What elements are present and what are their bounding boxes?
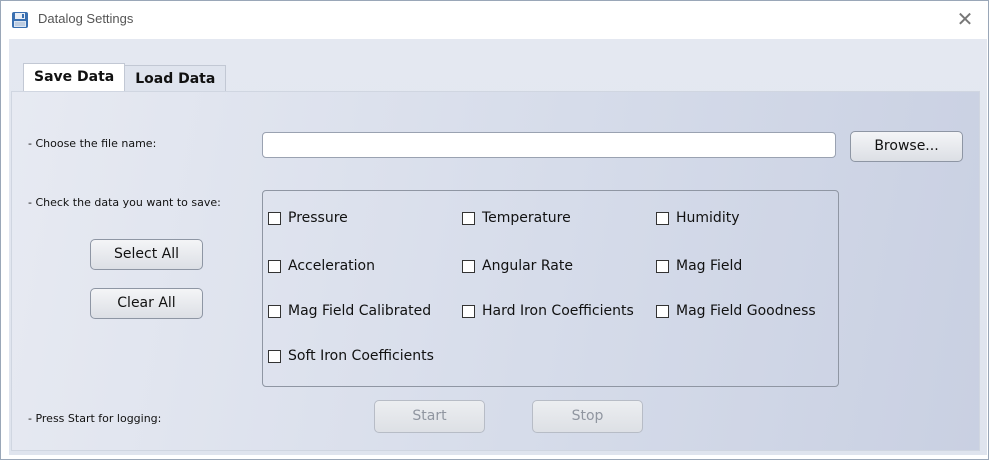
checkbox-box[interactable] [656, 259, 669, 273]
checkbox-box[interactable] [268, 211, 281, 225]
checkbox-label: Soft Iron Coefficients [288, 348, 434, 364]
checkbox-label: Hard Iron Coefficients [482, 303, 634, 319]
checkbox-pressure[interactable]: Pressure [268, 209, 348, 227]
checkbox-hard-iron-coefficients[interactable]: Hard Iron Coefficients [462, 302, 634, 320]
checkbox-label: Humidity [676, 210, 740, 226]
checkbox-box[interactable] [462, 304, 475, 318]
checkbox-label: Mag Field Calibrated [288, 303, 432, 319]
checkbox-box[interactable] [268, 349, 281, 363]
data-selection-group: Pressure Temperature Humidity Accelerati… [262, 190, 839, 387]
checkbox-label: Temperature [482, 210, 571, 226]
floppy-disk-icon [11, 11, 29, 29]
check-data-label: - Check the data you want to save: [28, 196, 221, 209]
press-start-label: - Press Start for logging: [28, 412, 162, 425]
close-icon: ✕ [956, 7, 974, 31]
checkbox-humidity[interactable]: Humidity [656, 209, 739, 227]
file-name-label: - Choose the file name: [28, 137, 157, 150]
checkbox-box[interactable] [656, 211, 669, 225]
checkbox-label: Angular Rate [482, 258, 573, 274]
checkbox-angular-rate[interactable]: Angular Rate [462, 257, 573, 275]
window-title: Datalog Settings [38, 11, 134, 26]
browse-button[interactable]: Browse... [850, 131, 963, 162]
start-button[interactable]: Start [374, 400, 485, 433]
checkbox-label: Mag Field Goodness [676, 303, 816, 319]
checkbox-mag-field[interactable]: Mag Field [656, 257, 742, 275]
checkbox-box[interactable] [268, 259, 281, 273]
tab-load-data[interactable]: Load Data [125, 65, 227, 92]
checkbox-mag-field-calibrated[interactable]: Mag Field Calibrated [268, 302, 431, 320]
save-data-panel: - Choose the file name: Browse... - Chec… [11, 91, 980, 451]
tab-save-data[interactable]: Save Data [23, 63, 126, 92]
checkbox-box[interactable] [462, 211, 475, 225]
checkbox-label: Acceleration [288, 258, 375, 274]
select-all-button[interactable]: Select All [90, 239, 203, 270]
checkbox-box[interactable] [462, 259, 475, 273]
close-button[interactable]: ✕ [952, 7, 978, 33]
title-bar: Datalog Settings ✕ [1, 1, 988, 39]
checkbox-temperature[interactable]: Temperature [462, 209, 571, 227]
file-name-input[interactable] [262, 132, 836, 158]
datalog-settings-window: Datalog Settings ✕ Save Data Load Data -… [0, 0, 989, 460]
checkbox-label: Pressure [288, 210, 348, 226]
checkbox-mag-field-goodness[interactable]: Mag Field Goodness [656, 302, 816, 320]
checkbox-box[interactable] [656, 304, 669, 318]
checkbox-acceleration[interactable]: Acceleration [268, 257, 375, 275]
checkbox-label: Mag Field [676, 258, 743, 274]
window-client-area: Save Data Load Data - Choose the file na… [9, 39, 987, 455]
clear-all-button[interactable]: Clear All [90, 288, 203, 319]
checkbox-box[interactable] [268, 304, 281, 318]
tab-strip: Save Data Load Data [23, 63, 227, 92]
stop-button[interactable]: Stop [532, 400, 643, 433]
checkbox-soft-iron-coefficients[interactable]: Soft Iron Coefficients [268, 347, 434, 365]
